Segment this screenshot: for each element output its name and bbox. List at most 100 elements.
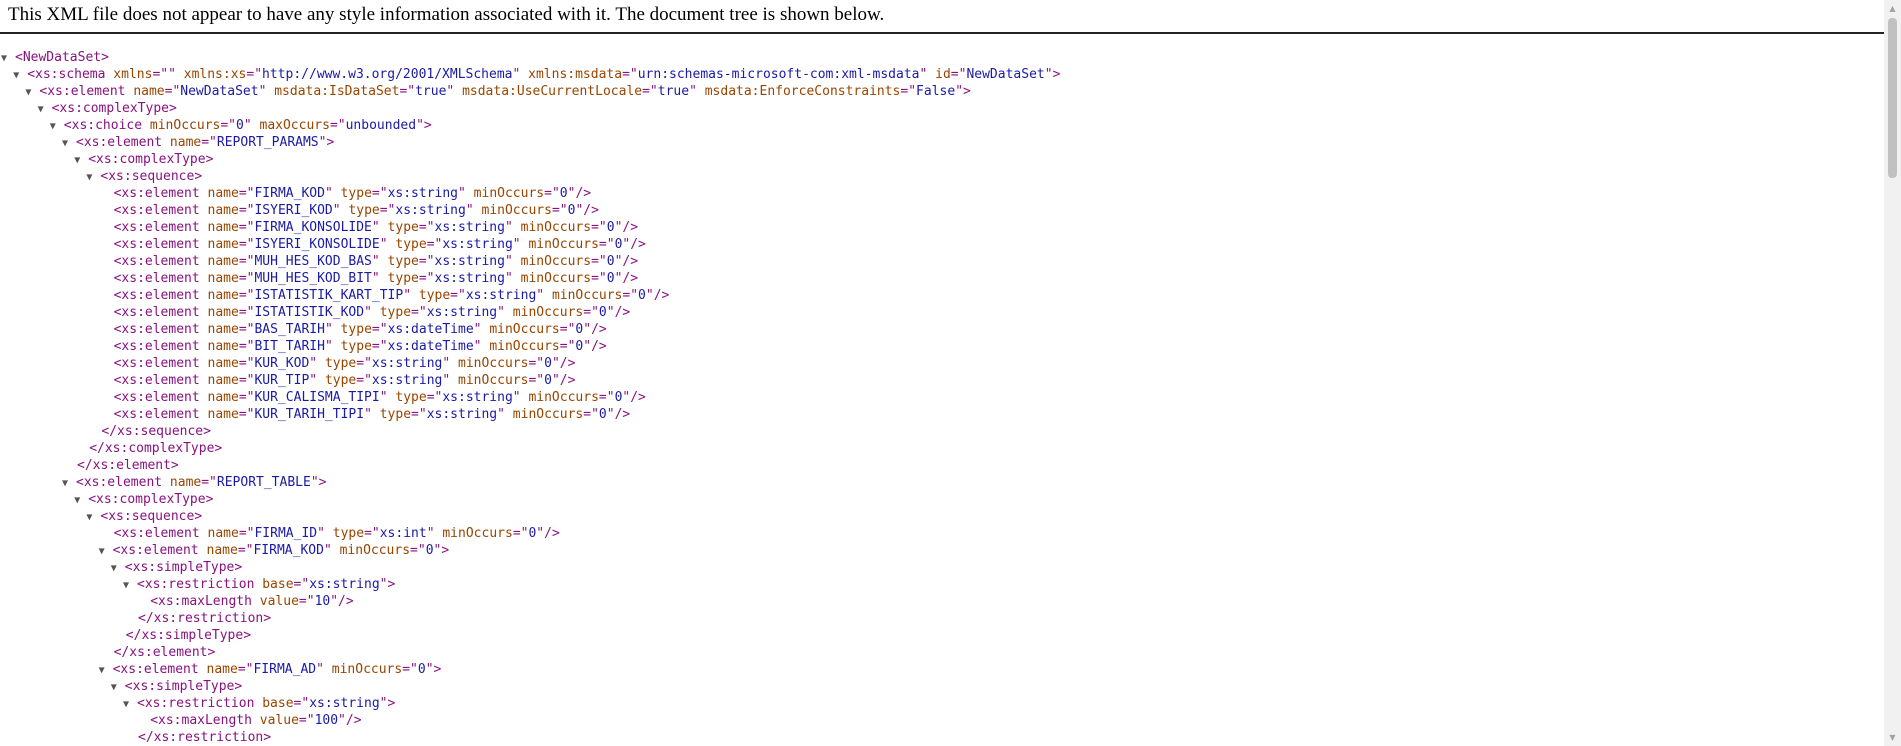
- scroll-up-arrow-icon[interactable]: ▲: [1884, 0, 1901, 17]
- xml-tree-line[interactable]: ▼ <xs:element name="FIRMA_KOD" minOccurs=…: [8, 542, 1060, 559]
- collapse-triangle-icon[interactable]: ▼: [99, 543, 113, 560]
- xml-tree-line: </xs:simpleType>: [8, 627, 1060, 644]
- xml-attr-eq: =": [238, 356, 255, 371]
- xml-tree-line[interactable]: ▼ <xs:restriction base="xs:string">: [8, 576, 1060, 593]
- xml-attr-value: NewDataSet: [966, 67, 1045, 82]
- xml-tree-line[interactable]: ▼ <xs:sequence>: [8, 508, 1060, 525]
- xml-tree-line[interactable]: ▼ <xs:complexType>: [8, 151, 1060, 168]
- xml-tree-line: <xs:element name="KUR_TARIH_TIPI" type="…: [8, 406, 1060, 423]
- xml-tag-end: >: [423, 118, 432, 133]
- xml-attr-value: 0: [606, 220, 615, 235]
- xml-attr-name: minOccurs: [520, 271, 592, 286]
- xml-tree-line[interactable]: ▼ <xs:schema xmlns="" xmlns:xs="http://ww…: [8, 66, 1060, 83]
- scroll-down-arrow-icon[interactable]: ▼: [1884, 729, 1901, 746]
- xml-attr-value: MUH_HES_KOD_BAS: [254, 254, 372, 269]
- xml-attr-quote: ": [425, 662, 434, 677]
- xml-attr-quote: ": [551, 373, 560, 388]
- xml-attr-value: true: [657, 84, 690, 99]
- collapse-triangle-icon[interactable]: ▼: [99, 662, 113, 679]
- xml-attr-name: xmlns:xs: [183, 67, 247, 82]
- xml-attr-eq: =": [591, 220, 607, 235]
- collapse-triangle-icon[interactable]: ▼: [62, 135, 76, 152]
- xml-tree-line: </xs:element>: [8, 644, 1060, 661]
- collapse-triangle-icon[interactable]: ▼: [123, 577, 137, 594]
- xml-attr-eq: =": [411, 305, 427, 320]
- xml-attr-quote: ": [473, 339, 482, 354]
- xml-tree-line[interactable]: ▼ <xs:simpleType>: [8, 678, 1060, 695]
- xml-tag-name: <xs:element: [39, 84, 126, 99]
- collapse-triangle-icon[interactable]: ▼: [1, 50, 15, 67]
- xml-attr-eq: =": [371, 322, 388, 337]
- xml-attr-quote: ": [606, 407, 615, 422]
- xml-tree-line[interactable]: ▼ <NewDataSet>: [1, 49, 1060, 66]
- collapse-triangle-icon[interactable]: ▼: [50, 118, 64, 135]
- xml-attr-quote: ": [426, 526, 435, 541]
- xml-tree-line[interactable]: ▼ <xs:element name="REPORT_PARAMS">: [8, 134, 1060, 151]
- collapse-triangle-icon[interactable]: ▼: [86, 169, 100, 186]
- xml-attr-quote: ": [258, 84, 267, 99]
- collapse-triangle-icon[interactable]: ▼: [38, 101, 52, 118]
- xml-tree-line[interactable]: ▼ <xs:element name="NewDataSet" msdata:Is…: [8, 83, 1060, 100]
- xml-attr-value: 0: [598, 407, 607, 422]
- xml-attr-quote: ": [364, 407, 372, 422]
- xml-tag-end: >: [194, 509, 203, 524]
- xml-tag-name: <xs:element: [113, 339, 200, 354]
- xml-attr-name: msdata:UseCurrentLocale: [462, 84, 643, 99]
- collapse-triangle-icon[interactable]: ▼: [111, 679, 125, 696]
- xml-attr-eq: =": [220, 118, 237, 133]
- collapse-triangle-icon[interactable]: ▼: [74, 152, 88, 169]
- xml-tag-end: />: [591, 322, 607, 337]
- xml-attr-quote: ": [497, 305, 505, 320]
- xml-tag-end: >: [326, 135, 335, 150]
- xml-attr-eq: =": [356, 356, 372, 371]
- xml-attr-quote: ": [324, 339, 333, 354]
- xml-attr-name: name: [207, 271, 239, 286]
- xml-attr-value: true: [415, 84, 447, 99]
- collapse-triangle-icon[interactable]: ▼: [123, 696, 137, 713]
- xml-attr-name: msdata:IsDataSet: [274, 84, 400, 99]
- xml-attr-quote: ": [1044, 67, 1053, 82]
- xml-tag-end: >: [205, 492, 214, 507]
- collapse-triangle-icon[interactable]: ▼: [25, 84, 39, 101]
- xml-attr-quote: ": [446, 84, 455, 99]
- xml-tree-line[interactable]: ▼ <xs:restriction base="xs:string">: [8, 695, 1060, 712]
- xml-attr-name: type: [395, 237, 427, 252]
- xml-attr-quote: ": [403, 288, 412, 303]
- xml-tree-line[interactable]: ▼ <xs:choice minOccurs="0" maxOccurs="unb…: [8, 117, 1060, 134]
- xml-attr-quote: ": [606, 305, 615, 320]
- collapse-triangle-icon[interactable]: ▼: [86, 509, 100, 526]
- xml-attr-name: minOccurs: [551, 288, 623, 303]
- collapse-triangle-icon[interactable]: ▼: [111, 560, 125, 577]
- xml-tree-line[interactable]: ▼ <xs:element name="REPORT_TABLE">: [8, 474, 1060, 491]
- collapse-triangle-icon[interactable]: ▼: [62, 475, 76, 492]
- xml-tree-line[interactable]: ▼ <xs:element name="FIRMA_AD" minOccurs="…: [8, 661, 1060, 678]
- xml-attr-value: REPORT_TABLE: [216, 475, 311, 490]
- xml-tag-name: <xs:maxLength: [150, 713, 252, 728]
- xml-attr-value: False: [916, 84, 956, 99]
- xml-attr-quote: ": [551, 356, 560, 371]
- collapse-triangle-icon[interactable]: ▼: [74, 492, 88, 509]
- vertical-scrollbar[interactable]: ▲ ▼: [1884, 0, 1901, 746]
- xml-attr-eq: =": [950, 67, 967, 82]
- xml-tag-end: />: [622, 254, 639, 269]
- xml-attr-name: minOccurs: [528, 237, 599, 252]
- xml-attr-name: type: [379, 305, 412, 320]
- scrollbar-thumb[interactable]: [1888, 18, 1897, 178]
- xml-tree-line[interactable]: ▼ <xs:sequence>: [8, 168, 1060, 185]
- xml-tree-line[interactable]: ▼ <xs:complexType>: [8, 100, 1060, 117]
- xml-attr-quote: ": [504, 271, 513, 286]
- xml-tree-line[interactable]: ▼ <xs:simpleType>: [8, 559, 1060, 576]
- collapse-triangle-icon[interactable]: ▼: [13, 67, 27, 84]
- xml-attr-value: xs:string: [434, 271, 505, 286]
- xml-attr-quote: ": [310, 475, 319, 490]
- xml-tag-name: <xs:complexType: [51, 101, 169, 116]
- xml-attr-quote: ": [309, 373, 318, 388]
- xml-attr-eq: =": [410, 543, 426, 558]
- xml-close-tag: </xs:element>: [77, 458, 179, 473]
- xml-attr-name: minOccurs: [442, 526, 513, 541]
- xml-tree-line[interactable]: ▼ <xs:complexType>: [8, 491, 1060, 508]
- xml-tree-line: </xs:restriction>: [8, 610, 1060, 627]
- xml-attr-eq: =": [237, 543, 254, 558]
- xml-attr-quote: ": [323, 543, 332, 558]
- xml-attr-eq: =": [238, 407, 255, 422]
